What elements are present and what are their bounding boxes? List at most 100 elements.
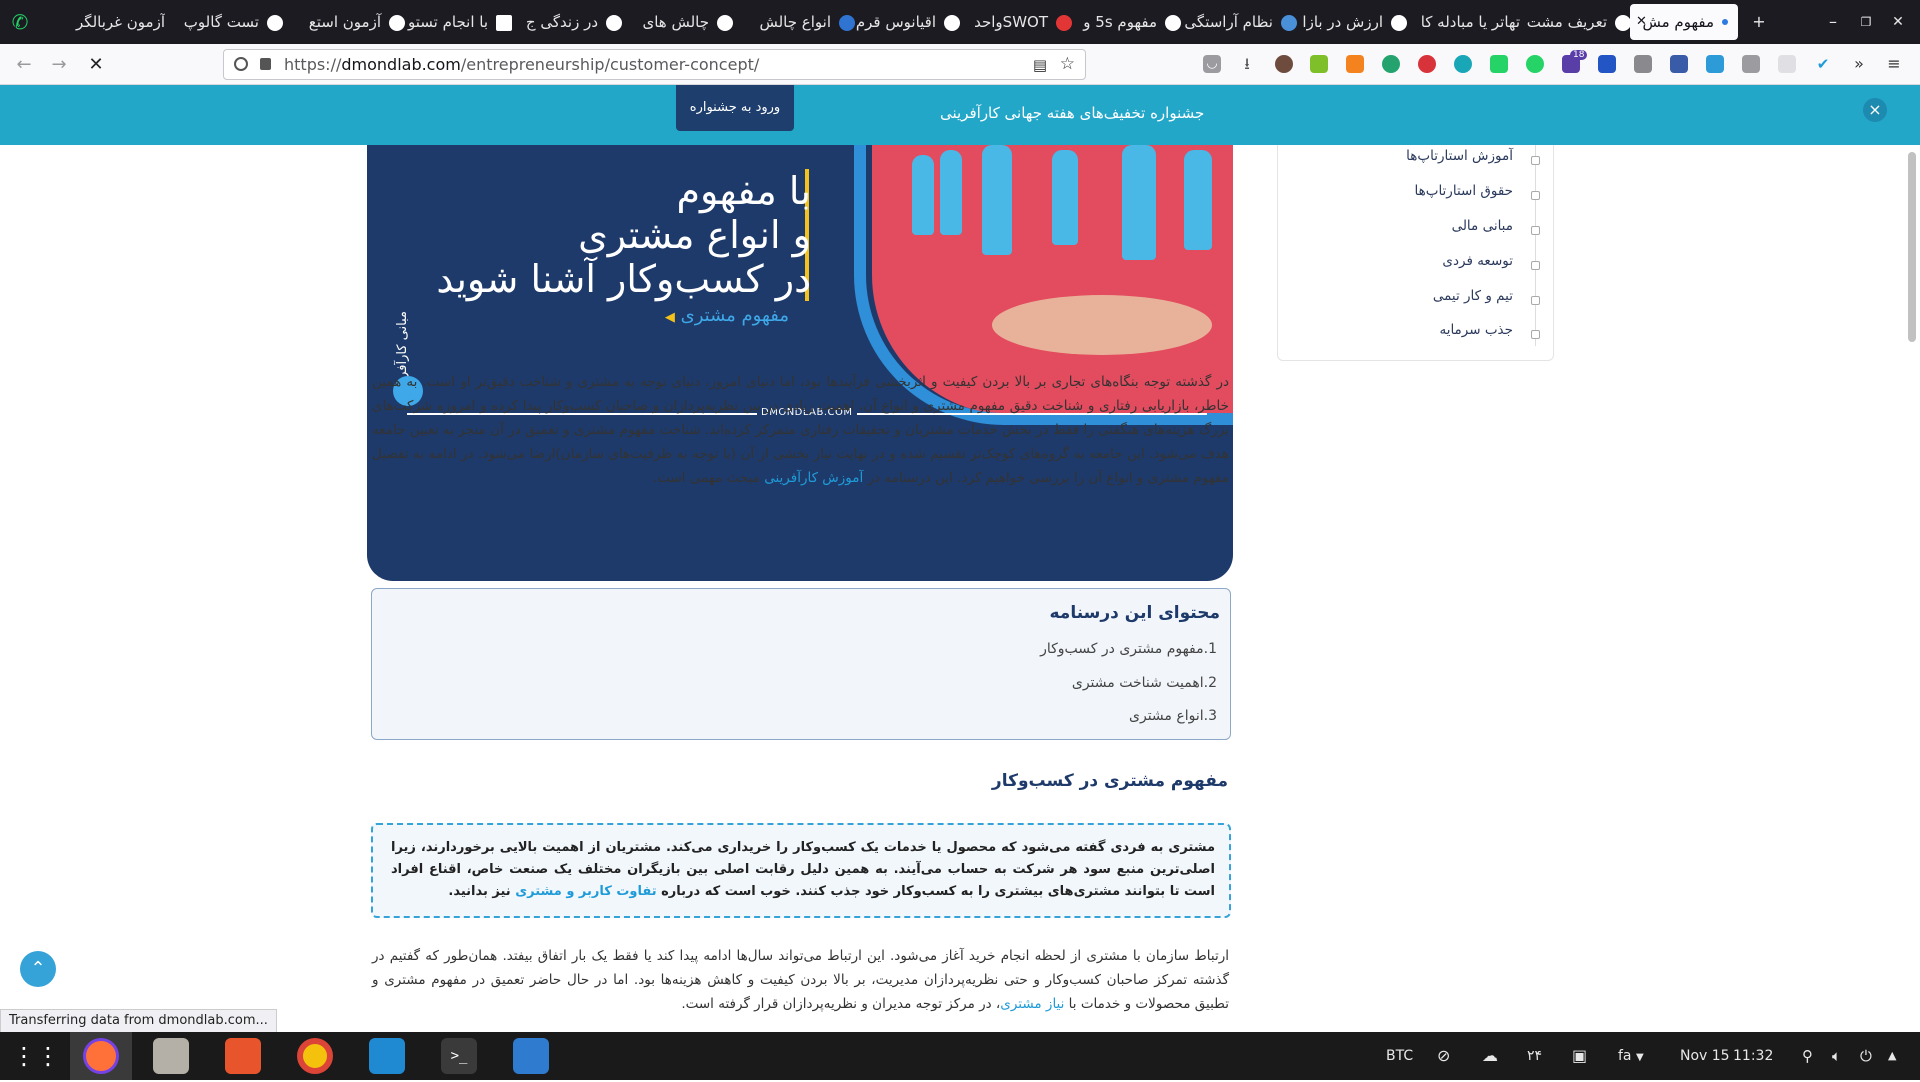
toc-item[interactable]: 3.انواع مشتری — [1129, 708, 1217, 724]
tab-4[interactable]: ارزش در بازا — [1297, 4, 1407, 40]
entrepreneurship-link[interactable]: آموزش کارآفرینی — [764, 470, 863, 486]
power-icon[interactable]: ⏻ — [1860, 1032, 1872, 1080]
tab-2[interactable]: تعریف مشت — [1523, 4, 1631, 40]
software-center-icon[interactable] — [225, 1038, 261, 1074]
puzzle-icon[interactable] — [1634, 55, 1652, 73]
network-icon[interactable]: ⚲ — [1802, 1032, 1813, 1080]
cloud-icon[interactable]: ☁ — [1482, 1032, 1498, 1080]
page-content: با مفهوم و انواع مشتری در کسب‌وکار آشنا … — [0, 145, 1920, 1032]
tab-label: تعریف مشت — [1526, 13, 1607, 31]
tab-label: تست گالوپ — [183, 13, 259, 31]
profile-avatar-icon[interactable] — [1275, 55, 1293, 73]
checkmark-icon[interactable]: ✔ — [1814, 55, 1832, 73]
tab-8[interactable]: اقیانوس قرم — [848, 4, 960, 40]
page-scrollbar[interactable] — [1908, 152, 1916, 342]
extension-icon[interactable] — [1706, 55, 1724, 73]
scroll-to-top-button[interactable]: ⌃ — [20, 951, 56, 987]
tab-active[interactable]: مفهوم مش ✕ — [1630, 4, 1738, 40]
tab-3[interactable]: تهاتر یا مبادله کا — [1410, 4, 1520, 40]
promo-close-button[interactable]: × — [1863, 98, 1887, 122]
address-bar[interactable]: https://dmondlab.com/entrepreneurship/cu… — [223, 49, 1086, 80]
clock-date[interactable]: Nov 15 — [1680, 1032, 1730, 1080]
extension-icon[interactable] — [1670, 55, 1688, 73]
clock-time[interactable]: 11:32 — [1733, 1032, 1773, 1080]
extension-icon[interactable] — [1778, 55, 1796, 73]
volume-icon[interactable]: 🔈︎ — [1832, 1032, 1841, 1080]
url-text[interactable]: https://dmondlab.com/entrepreneurship/cu… — [284, 50, 759, 79]
chevron-up-icon: ⌃ — [30, 958, 46, 979]
forward-arrow-icon[interactable]: → — [45, 52, 73, 78]
screenshot-icon[interactable]: ▣ — [1572, 1032, 1587, 1080]
extension-icon[interactable] — [1454, 55, 1472, 73]
toc-item[interactable]: 2.اهمیت شناخت مشتری — [1072, 675, 1217, 691]
terminal-icon[interactable]: >_ — [441, 1038, 477, 1074]
customer-need-link[interactable]: نیاز مشتری — [1000, 996, 1064, 1012]
sidebar-item[interactable]: حقوق استارتاپ‌ها — [1415, 183, 1514, 199]
keyboard-layout[interactable]: fa ▼ — [1618, 1032, 1644, 1082]
bullet-icon — [1531, 296, 1540, 305]
toc-title: محتوای این درسنامه — [1049, 603, 1220, 623]
btc-indicator[interactable]: BTC — [1386, 1032, 1413, 1080]
tab-11[interactable]: در زندگی ج — [512, 4, 622, 40]
back-arrow-icon[interactable]: ← — [10, 52, 38, 78]
whatsapp-extension-icon[interactable] — [1490, 55, 1508, 73]
sidebar-item[interactable]: جذب سرمایه — [1439, 322, 1513, 338]
new-tab-button[interactable]: + — [1747, 10, 1771, 34]
download-icon[interactable]: ⭳ — [1238, 55, 1256, 73]
reader-view-icon[interactable]: ▤ — [1033, 56, 1047, 74]
chrome-icon[interactable] — [297, 1038, 333, 1074]
tab-6[interactable]: مفهوم 5s و — [1073, 4, 1181, 40]
tab-label: ارزش در بازا — [1302, 13, 1383, 31]
tab-favicon-icon — [1281, 15, 1297, 31]
festival-button[interactable]: ورود به جشنواره — [676, 85, 794, 131]
text-editor-icon[interactable] — [513, 1038, 549, 1074]
sidebar-item[interactable]: آموزش استارتاپ‌ها — [1406, 148, 1513, 164]
menu-icon[interactable]: ≡ — [1885, 55, 1903, 73]
whatsapp-extension-icon[interactable] — [1526, 55, 1544, 73]
overflow-chevron-icon[interactable]: » — [1850, 55, 1868, 73]
extension-icon[interactable] — [1310, 55, 1328, 73]
tray-number[interactable]: ۲۴ — [1527, 1032, 1542, 1080]
vscode-icon[interactable] — [369, 1038, 405, 1074]
shield-icon[interactable] — [234, 57, 248, 71]
tab-close-icon[interactable]: ✕ — [1636, 4, 1647, 40]
tab-5[interactable]: نظام آراستگی — [1185, 4, 1297, 40]
whatsapp-icon[interactable]: ✆ — [8, 10, 32, 34]
tab-7[interactable]: SWOTواحد — [960, 4, 1072, 40]
bookmark-star-icon[interactable]: ☆ — [1060, 54, 1075, 74]
firefox-icon[interactable] — [70, 1032, 132, 1080]
tab-label: SWOTواحد — [974, 13, 1048, 31]
minimize-button[interactable]: – — [1821, 10, 1845, 34]
extension-icon[interactable] — [1742, 55, 1760, 73]
sidebar-item[interactable]: تیم و کار تیمی — [1433, 288, 1513, 304]
tab-favicon-icon — [496, 15, 512, 31]
tray-expand-icon[interactable]: ▲ — [1888, 1032, 1896, 1080]
tab-13[interactable]: آزمون استع — [290, 4, 405, 40]
tab-12[interactable]: با انجام تستو — [400, 4, 512, 40]
body-text-end: ، در مرکز توجه مدیران و نظریه‌پردازان قر… — [681, 996, 1001, 1012]
sidebar-item[interactable]: مبانی مالی — [1452, 218, 1513, 234]
tab-14[interactable]: تست گالوپ — [175, 4, 283, 40]
tab-15[interactable]: آزمون غربالگر — [50, 4, 165, 40]
toc-item[interactable]: 1.مفهوم مشتری در کسب‌وکار — [1040, 641, 1217, 657]
lock-icon[interactable] — [260, 58, 271, 70]
app-grid-icon[interactable]: ⋮⋮⋮ — [12, 1038, 84, 1074]
sidebar-line — [1535, 145, 1536, 346]
hero-title-line: و انواع مشتری — [578, 213, 811, 257]
extension-icon[interactable] — [1382, 55, 1400, 73]
stop-loading-icon[interactable]: ✕ — [82, 52, 110, 78]
metamask-icon[interactable] — [1346, 55, 1364, 73]
user-vs-customer-link[interactable]: تفاوت کاربر و مشتری — [515, 884, 656, 899]
extension-icon[interactable] — [1418, 55, 1436, 73]
files-icon[interactable] — [153, 1038, 189, 1074]
tab-10[interactable]: چالش های — [625, 4, 733, 40]
close-window-button[interactable]: ✕ — [1886, 10, 1910, 34]
pocket-icon[interactable]: ◡ — [1203, 55, 1221, 73]
browser-tab-bar: ✆ آزمون غربالگر تست گالوپ آزمون استع با … — [0, 0, 1920, 44]
sidebar-item[interactable]: توسعه فردی — [1442, 253, 1513, 269]
tab-9[interactable]: انواع چالش — [737, 4, 855, 40]
extension-icon[interactable] — [1598, 55, 1616, 73]
extension-badge: 18 — [1570, 50, 1588, 60]
restore-button[interactable]: ❐ — [1854, 10, 1878, 34]
vpn-icon[interactable]: ⊘ — [1437, 1032, 1450, 1080]
